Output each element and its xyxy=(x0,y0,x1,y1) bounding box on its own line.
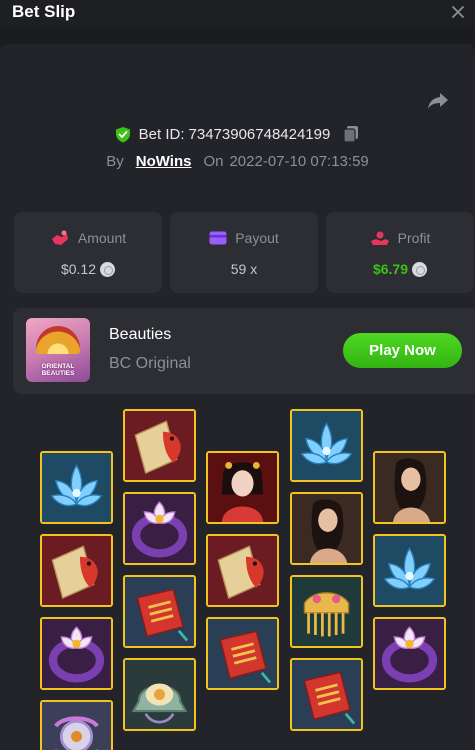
bet-id-row: Bet ID: 73473906748424199 xyxy=(0,124,475,144)
page-title: Bet Slip xyxy=(12,2,76,21)
fan-icon xyxy=(36,326,80,354)
slot-symbol-lotus-sketch xyxy=(40,700,113,750)
payout-value: 59 x xyxy=(230,261,258,277)
profit-icon xyxy=(370,231,389,245)
header-bar: Bet Slip xyxy=(0,0,475,28)
profit-value: $6.79 xyxy=(372,261,409,277)
slot-symbol-bell xyxy=(123,658,196,731)
close-icon[interactable] xyxy=(447,1,469,23)
copy-icon[interactable] xyxy=(342,125,360,143)
shield-check-icon xyxy=(115,126,130,142)
slot-symbol-scroll-fish xyxy=(206,534,279,607)
slot-symbol-beauty xyxy=(290,492,363,565)
wallet-icon xyxy=(209,231,227,245)
game-thumbnail[interactable]: ORIENTAL BEAUTIES xyxy=(26,318,90,382)
slot-symbol-lotus xyxy=(40,451,113,524)
slot-symbol-scroll-fish xyxy=(123,409,196,482)
coin-icon xyxy=(412,261,428,277)
slot-symbol-ring xyxy=(373,617,446,690)
slot-symbol-lotus xyxy=(373,534,446,607)
game-card: ORIENTAL BEAUTIES Beauties BC Original P… xyxy=(13,308,475,394)
slot-symbol-ring xyxy=(40,617,113,690)
username-link[interactable]: NoWins xyxy=(136,153,192,170)
slot-symbol-geisha xyxy=(206,451,279,524)
slot-symbol-scroll-fish xyxy=(40,534,113,607)
thumbnail-caption-1: ORIENTAL xyxy=(41,363,75,370)
amount-card: Amount $0.12 xyxy=(14,212,162,293)
by-label: By xyxy=(106,152,124,170)
amount-value: $0.12 xyxy=(60,261,97,277)
bet-id-value: 73473906748424199 xyxy=(188,125,331,143)
bet-datetime: 2022-07-10 07:13:59 xyxy=(229,152,369,170)
play-now-button[interactable]: Play Now xyxy=(343,333,462,368)
coin-icon xyxy=(100,261,116,277)
profit-card: Profit $6.79 xyxy=(326,212,474,293)
amount-icon xyxy=(51,230,68,245)
share-icon[interactable] xyxy=(427,92,449,110)
slot-symbol-comb xyxy=(290,575,363,648)
payout-label: Payout xyxy=(235,230,279,246)
bet-id-label: Bet ID: xyxy=(138,125,185,143)
game-name: Beauties xyxy=(109,326,172,343)
thumbnail-caption-2: BEAUTIES xyxy=(41,370,75,377)
slot-symbol-ring xyxy=(123,492,196,565)
profit-label: Profit xyxy=(397,230,431,246)
game-provider: BC Original xyxy=(109,355,191,372)
slot-symbol-book xyxy=(123,575,196,648)
bet-author-row: By NoWins On 2022-07-10 07:13:59 xyxy=(0,151,475,171)
slot-symbol-book xyxy=(290,658,363,731)
payout-card: Payout 59 x xyxy=(170,212,318,293)
slot-symbol-book xyxy=(206,617,279,690)
on-label: On xyxy=(203,152,224,170)
slot-symbol-beauty xyxy=(373,451,446,524)
amount-label: Amount xyxy=(77,230,127,246)
slot-symbol-lotus xyxy=(290,409,363,482)
